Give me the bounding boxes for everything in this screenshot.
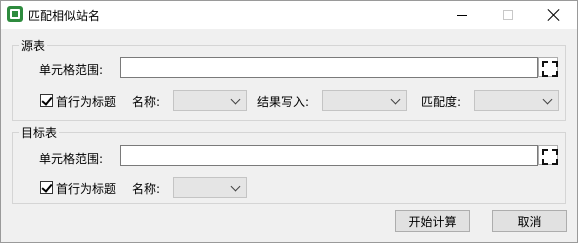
excel-app-icon (7, 6, 23, 22)
target-group-title: 目标表 (19, 124, 60, 141)
title-bar: 匹配相似站名 (1, 1, 577, 29)
chevron-down-icon (230, 181, 241, 192)
dialog-window: 匹配相似站名 源表 单元格范围: 首行为标题 名称: 结果写入: 匹配度: 目标… (0, 0, 578, 243)
source-range-input[interactable] (120, 57, 538, 78)
target-range-select-button[interactable] (538, 145, 558, 165)
source-name-select[interactable] (173, 90, 247, 111)
target-first-row-header-label: 首行为标题 (56, 182, 117, 196)
source-group-title: 源表 (19, 37, 48, 54)
target-range-input[interactable] (120, 145, 538, 166)
match-degree-select[interactable] (474, 90, 559, 111)
window-title: 匹配相似站名 (28, 9, 101, 23)
target-first-row-header-checkbox[interactable] (40, 181, 53, 194)
source-range-label: 单元格范围: (39, 63, 104, 77)
result-write-select[interactable] (322, 90, 407, 111)
maximize-button (485, 1, 531, 29)
source-name-label: 名称: (132, 95, 161, 109)
minimize-button[interactable] (439, 1, 485, 29)
target-name-select[interactable] (173, 177, 247, 198)
target-range-label: 单元格范围: (39, 152, 104, 166)
result-write-label: 结果写入: (257, 95, 310, 109)
cancel-button[interactable]: 取消 (492, 210, 567, 232)
close-icon (548, 9, 560, 21)
chevron-down-icon (542, 94, 553, 105)
chevron-down-icon (230, 94, 241, 105)
source-first-row-header-checkbox[interactable] (40, 94, 53, 107)
target-name-label: 名称: (132, 182, 161, 196)
match-degree-label: 匹配度: (421, 95, 462, 109)
source-range-select-button[interactable] (538, 57, 558, 77)
source-first-row-header-label: 首行为标题 (56, 95, 117, 109)
minimize-icon (457, 14, 467, 16)
maximize-icon (503, 10, 513, 20)
close-button[interactable] (531, 1, 577, 29)
chevron-down-icon (390, 94, 401, 105)
start-calculation-button[interactable]: 开始计算 (395, 210, 470, 232)
